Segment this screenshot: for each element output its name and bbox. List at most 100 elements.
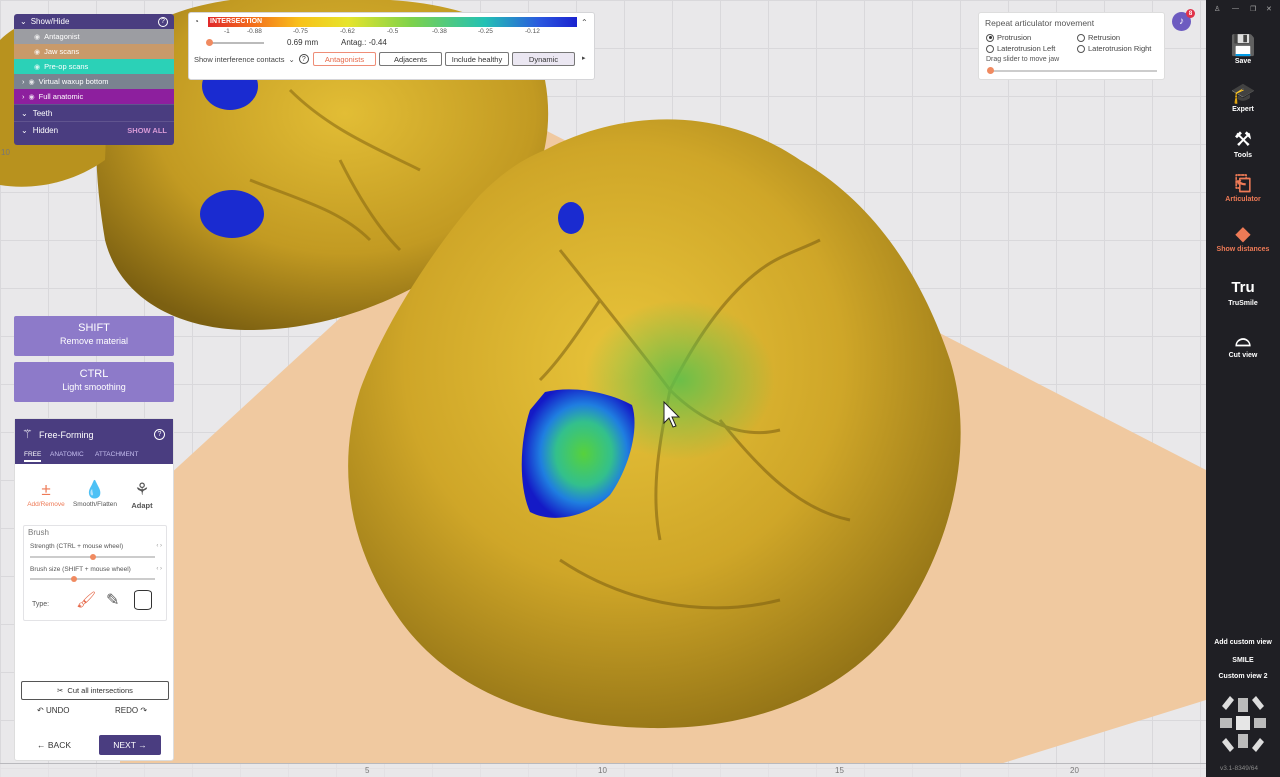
add-custom-view[interactable]: Add custom view <box>1206 639 1280 646</box>
help-icon[interactable]: ? <box>158 16 168 27</box>
bell-icon: ♪ <box>1179 16 1184 27</box>
tab-attachment[interactable]: ATTACHMENT <box>95 451 138 458</box>
left-ruler: 10 <box>1 148 10 157</box>
user-icon[interactable]: ♙ <box>1214 5 1220 13</box>
chevron-right-icon[interactable]: › <box>22 92 25 101</box>
free-forming-header: ⚚ Free-Forming ? FREE ANATOMIC ATTACHMEN… <box>15 419 173 464</box>
save-icon: 💾 <box>1230 35 1256 57</box>
back-button[interactable]: ← BACK <box>37 740 71 750</box>
toolbar-articulator[interactable]: ⎗ Articulator <box>1206 172 1280 203</box>
eye-icon[interactable]: ◉ <box>29 78 35 86</box>
gauge-icon: ◔ <box>194 17 199 26</box>
chevron-right-icon[interactable]: › <box>22 77 25 86</box>
show-hide-header[interactable]: ⌄ Show/Hide ? <box>14 14 174 29</box>
eye-icon[interactable]: ◉ <box>29 93 35 101</box>
slider-handle[interactable] <box>987 67 994 74</box>
radio-retrusion[interactable]: Retrusion <box>1077 33 1120 42</box>
chevron-down-icon: ⌄ <box>21 125 28 135</box>
distances-icon: ◆ <box>1235 223 1251 245</box>
brush-flat-icon[interactable]: 🖌 <box>76 590 96 610</box>
drop-icon: 💧 <box>84 480 106 499</box>
brush-thin-icon[interactable]: ✎ <box>106 590 119 610</box>
notification-bell[interactable]: ♪ 8 <box>1172 9 1195 31</box>
toolbar-expert[interactable]: 🎓 Expert <box>1206 82 1280 113</box>
distance-value: 0.69 mm <box>287 38 319 47</box>
help-icon[interactable]: ? <box>154 429 165 440</box>
collapse-icon[interactable]: ⌃ <box>581 18 588 27</box>
antag-value: Antag.: -0.44 <box>341 38 387 47</box>
eye-icon[interactable]: ◉ <box>34 48 40 56</box>
show-contacts-dropdown[interactable]: Show interference contacts ⌄? <box>194 54 309 64</box>
more-icon[interactable]: ▸ <box>582 54 586 62</box>
hidden-section[interactable]: ⌄ Hidden SHOW ALL <box>14 121 174 138</box>
tool-add-remove[interactable]: ± Add/Remove <box>21 479 71 508</box>
cut-all-intersections-button[interactable]: ✂ Cut all intersections <box>21 681 169 700</box>
undo-button[interactable]: ↶ UNDO <box>37 706 70 715</box>
radio-laterotrusion-left[interactable]: Laterotrusion Left <box>986 44 1055 53</box>
chip-dynamic[interactable]: Dynamic <box>512 52 575 66</box>
close-icon[interactable]: ✕ <box>1266 5 1272 13</box>
next-button[interactable]: NEXT → <box>99 735 161 755</box>
version-label: v3.1-8349/64 <box>1220 765 1258 772</box>
help-icon[interactable]: ? <box>298 54 309 64</box>
view-custom-2[interactable]: Custom view 2 <box>1206 673 1280 680</box>
tab-anatomic[interactable]: ANATOMIC <box>50 451 84 458</box>
add-remove-icon: ± <box>41 480 51 499</box>
bottom-ruler: 5 10 15 20 <box>0 763 1206 777</box>
show-all-button[interactable]: SHOW ALL <box>127 126 167 135</box>
jaw-movement-slider[interactable] <box>987 67 1157 74</box>
teeth-section[interactable]: ⌄ Teeth <box>14 104 174 121</box>
toolbar-cut-view[interactable]: ⌓ Cut view <box>1206 328 1280 359</box>
ctrl-light-smoothing-button[interactable]: CTRL Light smoothing <box>14 362 174 402</box>
show-hide-title: Show/Hide <box>30 17 70 26</box>
chip-antagonists[interactable]: Antagonists <box>313 52 376 66</box>
tool-adapt[interactable]: ⚘ Adapt <box>117 479 167 510</box>
cut-view-icon: ⌓ <box>1235 329 1251 351</box>
toolbar-save[interactable]: 💾 Save <box>1206 34 1280 65</box>
articulator-movement-panel: Repeat articulator movement Protrusion R… <box>978 12 1165 80</box>
redo-button[interactable]: REDO ↷ <box>115 706 147 715</box>
chip-adjacents[interactable]: Adjacents <box>379 52 442 66</box>
eye-icon[interactable]: ◉ <box>34 63 40 71</box>
layer-jaw-scans[interactable]: ◉ Jaw scans <box>14 44 174 59</box>
cylinder-icon[interactable] <box>134 590 152 610</box>
intersection-panel: ◔ INTERSECTION -1 -0.88 -0.75 -0.62 -0.5… <box>188 12 595 80</box>
distance-slider[interactable] <box>206 39 264 46</box>
toolbar-trusmile[interactable]: Tru TruSmile <box>1206 276 1280 307</box>
chevron-down-icon: ⌄ <box>288 54 295 64</box>
slider-handle[interactable] <box>70 576 77 582</box>
right-toolbar: ♙ — ❐ ✕ 💾 Save 🎓 Expert ⚒ Tools ⎗ Articulato… <box>1206 0 1280 777</box>
tool-smooth-flatten[interactable]: 💧 Smooth/Flatten <box>70 479 120 508</box>
notification-badge: 8 <box>1186 9 1195 18</box>
articulator-icon: ⎗ <box>1235 173 1251 195</box>
eye-icon[interactable]: ◉ <box>34 33 40 41</box>
toolbar-show-distances[interactable]: ◆ Show distances <box>1206 222 1280 253</box>
layer-full-anatomic[interactable]: › ◉ Full anatomic <box>14 89 174 104</box>
3d-viewport[interactable]: 10 5 10 15 20 <box>0 0 1206 777</box>
tab-free[interactable]: FREE <box>24 451 42 462</box>
tooth-scene[interactable] <box>0 0 1206 777</box>
toolbar-tools[interactable]: ⚒ Tools <box>1206 128 1280 159</box>
radio-laterotrusion-right[interactable]: Laterotrusion Right <box>1077 44 1151 53</box>
layer-virtual-waxup[interactable]: › ◉ Virtual waxup bottom <box>14 74 174 89</box>
minimize-icon[interactable]: — <box>1232 5 1239 12</box>
chip-include-healthy[interactable]: Include healthy <box>445 52 509 66</box>
view-smile[interactable]: SMILE <box>1206 657 1280 664</box>
brush-size-slider[interactable] <box>30 576 155 582</box>
magic-wand-icon: ⚚ <box>22 427 33 441</box>
cut-icon: ✂ <box>57 686 64 695</box>
contact-spot-small <box>558 202 584 234</box>
layer-pre-op-scans[interactable]: ◉ Pre-op scans <box>14 59 174 74</box>
brush-settings: Brush Strength (CTRL + mouse wheel) ‹ › … <box>23 525 167 621</box>
radio-protrusion[interactable]: Protrusion <box>986 33 1031 42</box>
slider-handle[interactable] <box>89 554 96 560</box>
strength-slider[interactable] <box>30 554 155 560</box>
view-cube-icon[interactable] <box>1214 692 1272 756</box>
chevron-down-icon: ⌄ <box>21 108 28 118</box>
restore-icon[interactable]: ❐ <box>1250 5 1256 13</box>
shift-remove-material-button[interactable]: SHIFT Remove material <box>14 316 174 356</box>
show-hide-panel: ⌄ Show/Hide ? ◉ Antagonist ◉ Jaw scans ◉ Pr… <box>14 14 174 145</box>
slider-handle[interactable] <box>206 39 213 46</box>
layer-antagonist[interactable]: ◉ Antagonist <box>14 29 174 44</box>
articulator-title: Repeat articulator movement <box>985 18 1095 28</box>
